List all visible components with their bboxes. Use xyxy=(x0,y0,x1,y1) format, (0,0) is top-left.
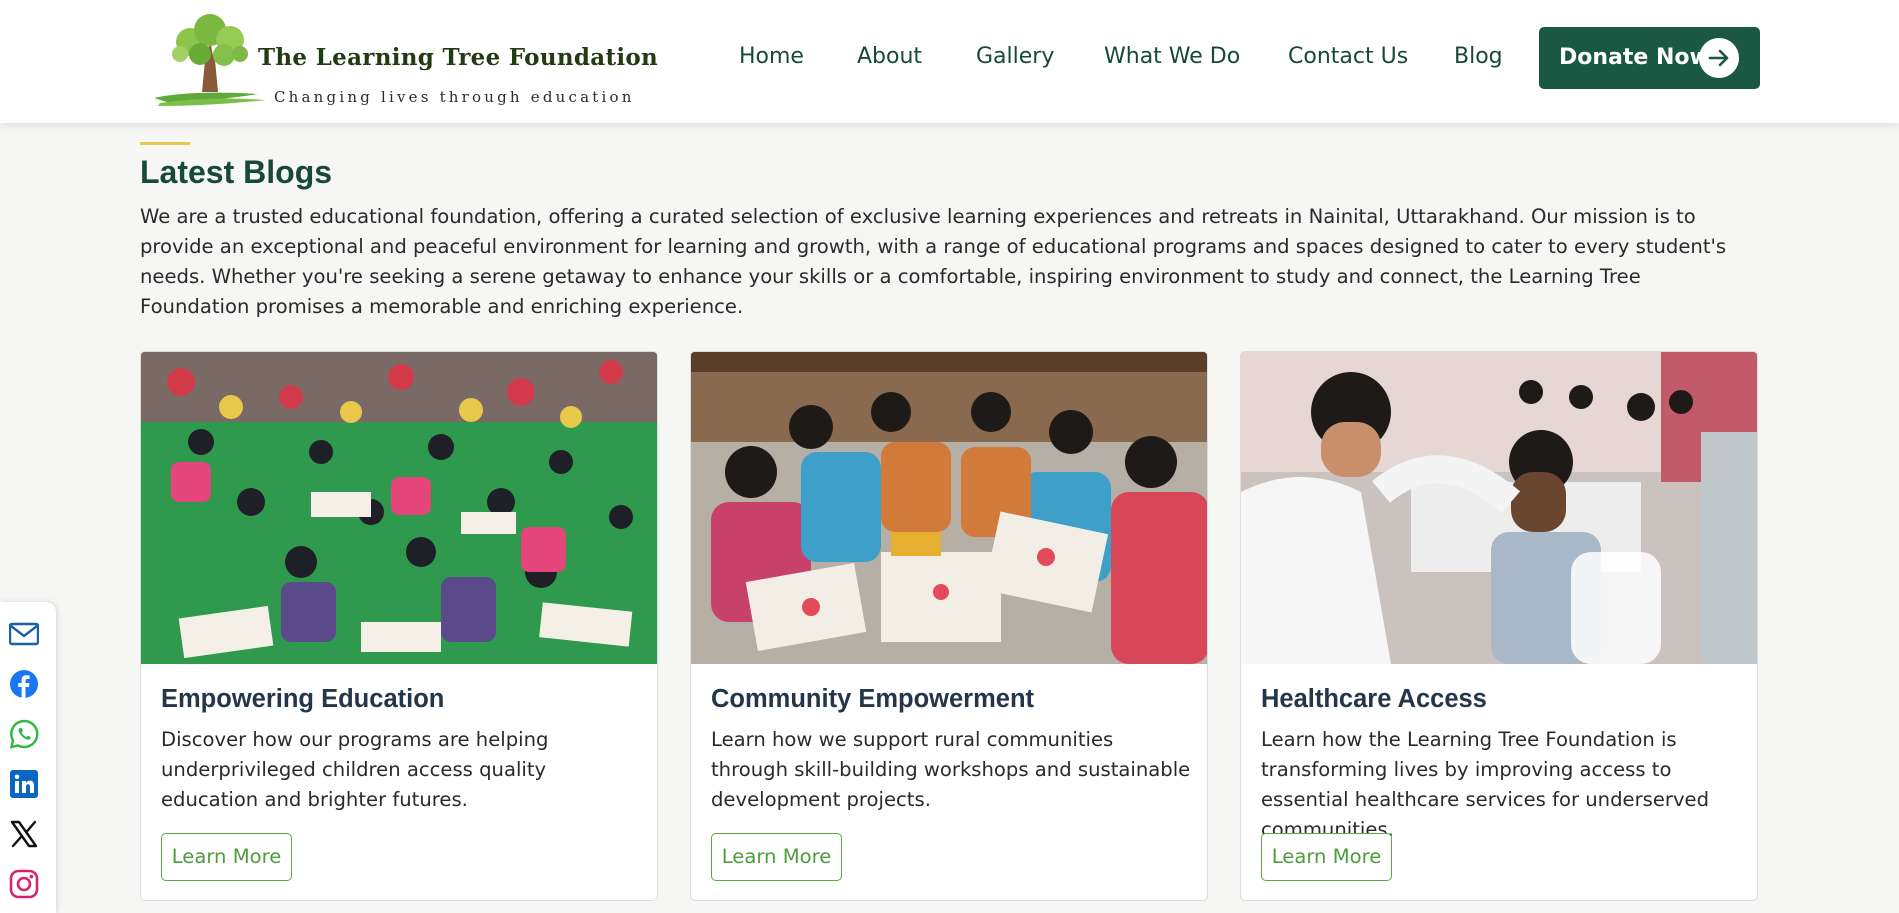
nav-item-blog[interactable]: Blog xyxy=(1454,44,1503,69)
site-header: The Learning Tree Foundation Changing li… xyxy=(0,0,1899,123)
section-intro: We are a trusted educational foundation,… xyxy=(140,205,1727,318)
card-image-children-drawing xyxy=(141,352,657,664)
card-image-women-crafting xyxy=(691,352,1207,664)
blog-card-education: Empowering Education Discover how our pr… xyxy=(140,351,658,901)
nav-item-contact-us[interactable]: Contact Us xyxy=(1288,44,1408,69)
facebook-icon[interactable] xyxy=(9,669,39,699)
instagram-icon[interactable] xyxy=(9,869,39,899)
card-image-dental-checkup xyxy=(1241,352,1757,664)
email-icon[interactable] xyxy=(9,619,39,649)
card-description: Learn how we support rural communities t… xyxy=(711,728,1191,811)
card-title: Healthcare Access xyxy=(1261,685,1487,713)
card-description: Discover how our programs are helping un… xyxy=(161,728,549,811)
card-description: Learn how the Learning Tree Foundation i… xyxy=(1261,728,1710,841)
learn-more-button[interactable]: Learn More xyxy=(1261,833,1392,881)
nav-item-home[interactable]: Home xyxy=(739,44,804,69)
main-nav: Home About Gallery What We Do Contact Us… xyxy=(0,0,1899,116)
nav-item-gallery[interactable]: Gallery xyxy=(976,44,1054,69)
card-title: Community Empowerment xyxy=(711,685,1035,713)
donate-now-label: Donate Now xyxy=(1559,45,1710,70)
arrow-right-icon xyxy=(1699,38,1739,78)
blog-card-healthcare: Healthcare Access Learn how the Learning… xyxy=(1240,351,1758,901)
title-accent-line xyxy=(140,142,190,145)
donate-now-button[interactable]: Donate Now xyxy=(1539,27,1760,89)
section-title: Latest Blogs xyxy=(140,154,333,190)
card-title: Empowering Education xyxy=(161,685,445,713)
learn-more-button[interactable]: Learn More xyxy=(711,833,842,881)
social-sidebar xyxy=(0,602,56,913)
x-icon[interactable] xyxy=(9,819,39,849)
whatsapp-icon[interactable] xyxy=(9,719,39,749)
linkedin-icon[interactable] xyxy=(9,769,39,799)
nav-item-about[interactable]: About xyxy=(857,44,922,69)
learn-more-button[interactable]: Learn More xyxy=(161,833,292,881)
nav-item-what-we-do[interactable]: What We Do xyxy=(1104,44,1240,69)
blog-card-community: Community Empowerment Learn how we suppo… xyxy=(690,351,1208,901)
